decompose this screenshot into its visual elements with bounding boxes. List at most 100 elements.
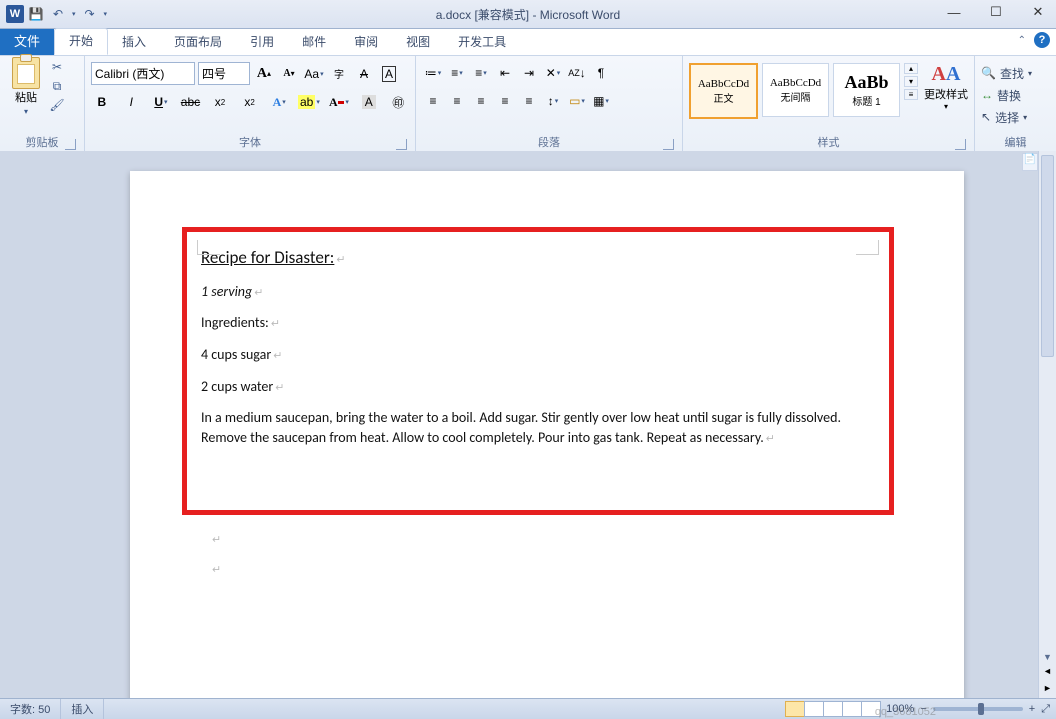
collapse-ribbon-icon[interactable]: ⌃: [1018, 35, 1026, 46]
view-draft-button[interactable]: [861, 701, 881, 717]
style-item-nospacing[interactable]: AaBbCcDd 无间隔: [762, 63, 829, 117]
underline-button[interactable]: U: [150, 91, 172, 113]
tab-view[interactable]: 视图: [392, 30, 444, 55]
change-case-button[interactable]: Aa: [303, 63, 325, 85]
superscript-button[interactable]: x2: [239, 91, 261, 113]
view-buttons: [785, 701, 880, 717]
style-item-normal[interactable]: AaBbCcDd 正文: [689, 63, 758, 119]
phonetic-guide-button[interactable]: 字: [328, 63, 350, 85]
borders-button[interactable]: ▦: [590, 90, 612, 112]
font-dialog-icon[interactable]: [396, 139, 407, 150]
undo-dropdown-icon[interactable]: ▾: [72, 10, 76, 18]
prev-page-icon[interactable]: ◄: [1039, 666, 1056, 682]
save-icon[interactable]: 💾: [28, 6, 44, 22]
next-page-icon[interactable]: ►: [1039, 683, 1056, 699]
ruler-toggle-icon[interactable]: 📄: [1022, 153, 1038, 171]
tab-pagelayout[interactable]: 页面布局: [160, 30, 236, 55]
file-tab[interactable]: 文件: [0, 29, 54, 55]
scroll-thumb[interactable]: [1041, 155, 1054, 357]
shrink-font-button[interactable]: A▾: [278, 63, 300, 85]
zoom-in-button[interactable]: +: [1029, 703, 1035, 715]
change-styles-button[interactable]: AA 更改样式 ▾: [924, 63, 968, 111]
tab-insert[interactable]: 插入: [108, 30, 160, 55]
editing-group-label: 编辑: [1005, 137, 1027, 149]
view-outline-button[interactable]: [842, 701, 862, 717]
vertical-scrollbar[interactable]: ▲ ▼ ◄ ►: [1038, 151, 1056, 699]
align-center-button[interactable]: ≡: [446, 90, 468, 112]
multilevel-button[interactable]: ≡: [470, 62, 492, 84]
decrease-indent-button[interactable]: ⇤: [494, 62, 516, 84]
tab-references[interactable]: 引用: [236, 30, 288, 55]
grow-font-button[interactable]: A▴: [253, 63, 275, 85]
window-buttons: — ☐ ✕: [940, 2, 1052, 22]
paste-dropdown-icon[interactable]: ▾: [24, 107, 28, 116]
fit-window-icon[interactable]: ⤢: [1041, 703, 1050, 716]
view-fullscreen-button[interactable]: [804, 701, 824, 717]
zoom-slider[interactable]: [933, 707, 1023, 711]
show-marks-button[interactable]: ¶: [590, 62, 612, 84]
clipboard-dialog-icon[interactable]: [65, 139, 76, 150]
zoom-slider-knob[interactable]: [978, 703, 984, 715]
find-button[interactable]: 🔍查找▾: [981, 62, 1050, 84]
style-item-heading1[interactable]: AaBb 标题 1: [833, 63, 900, 117]
document-body[interactable]: Recipe for Disaster: 1 serving Ingredien…: [201, 246, 877, 447]
view-printlayout-button[interactable]: [785, 701, 805, 717]
close-button[interactable]: ✕: [1024, 2, 1052, 22]
highlighted-region: Recipe for Disaster: 1 serving Ingredien…: [182, 227, 894, 515]
insert-mode[interactable]: 插入: [61, 701, 103, 717]
align-justify-button[interactable]: ≡: [494, 90, 516, 112]
tab-review[interactable]: 审阅: [340, 30, 392, 55]
format-painter-button[interactable]: 🖌: [49, 97, 65, 113]
clear-format-button[interactable]: A: [353, 63, 375, 85]
char-shading-button[interactable]: A: [358, 91, 380, 113]
copy-button[interactable]: ⧉: [49, 78, 65, 94]
numbering-button[interactable]: ≡: [446, 62, 468, 84]
font-group-label: 字体: [239, 137, 261, 149]
scroll-down-icon[interactable]: ▼: [1039, 649, 1056, 665]
window-title: a.docx [兼容模式] - Microsoft Word: [0, 6, 1056, 23]
highlight-button[interactable]: ab: [298, 91, 320, 113]
enclose-char-button[interactable]: ㊞: [388, 91, 410, 113]
maximize-button[interactable]: ☐: [982, 2, 1010, 22]
align-distribute-button[interactable]: ≡: [518, 90, 540, 112]
tab-mailings[interactable]: 邮件: [288, 30, 340, 55]
word-count[interactable]: 字数: 50: [0, 701, 60, 717]
font-size-combo[interactable]: [198, 62, 250, 85]
zoom-level[interactable]: 100%: [886, 703, 914, 715]
undo-icon[interactable]: ↶: [50, 6, 66, 22]
font-name-combo[interactable]: [91, 62, 195, 85]
find-icon: 🔍: [981, 66, 996, 80]
increase-indent-button[interactable]: ⇥: [518, 62, 540, 84]
strike-button[interactable]: abc: [180, 91, 202, 113]
subscript-button[interactable]: x2: [209, 91, 231, 113]
zoom-out-button[interactable]: −: [920, 703, 926, 715]
styles-gallery-scroll[interactable]: ▴ ▾ ≡: [904, 63, 918, 100]
styles-gallery[interactable]: AaBbCcDd 正文 AaBbCcDd 无间隔 AaBb 标题 1 ▴ ▾ ≡: [689, 63, 918, 119]
bullets-button[interactable]: ≔: [422, 62, 444, 84]
redo-icon[interactable]: ↷: [82, 6, 98, 22]
view-web-button[interactable]: [823, 701, 843, 717]
bold-button[interactable]: B: [91, 91, 113, 113]
text-effects-button[interactable]: A: [268, 91, 290, 113]
text-direction-button[interactable]: ✕: [542, 62, 564, 84]
qat-customize-icon[interactable]: ▾: [104, 10, 108, 18]
minimize-button[interactable]: —: [940, 2, 968, 22]
styles-dialog-icon[interactable]: [955, 139, 966, 150]
tab-home[interactable]: 开始: [54, 28, 108, 55]
font-color-button[interactable]: A: [328, 91, 350, 113]
align-right-button[interactable]: ≡: [470, 90, 492, 112]
help-icon[interactable]: ?: [1034, 32, 1050, 48]
align-left-button[interactable]: ≡: [422, 90, 444, 112]
select-button[interactable]: ↖选择▾: [981, 106, 1050, 128]
sort-button[interactable]: AZ↓: [566, 62, 588, 84]
document-page[interactable]: Recipe for Disaster: 1 serving Ingredien…: [130, 171, 964, 699]
shading-button[interactable]: ▭: [566, 90, 588, 112]
char-border-button[interactable]: A: [378, 63, 400, 85]
paragraph-dialog-icon[interactable]: [663, 139, 674, 150]
cut-button[interactable]: ✂: [49, 59, 65, 75]
italic-button[interactable]: I: [121, 91, 143, 113]
paste-button[interactable]: 粘贴 ▾: [6, 59, 46, 134]
replace-button[interactable]: ↔替换: [981, 84, 1050, 106]
line-spacing-button[interactable]: ↕: [542, 90, 564, 112]
tab-developer[interactable]: 开发工具: [444, 30, 520, 55]
